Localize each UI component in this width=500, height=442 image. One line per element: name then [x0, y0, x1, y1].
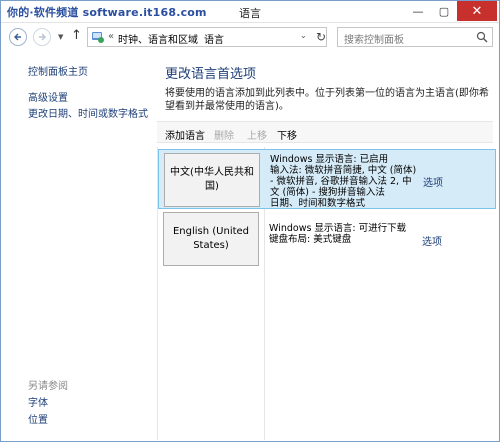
language-tile[interactable]: English (United States) — [163, 212, 259, 266]
language-details: Windows 显示语言: 已启用 输入法: 微软拼音简捷, 中文 (简体) -… — [270, 154, 420, 209]
language-row[interactable]: English (United States) Windows 显示语言: 可进… — [158, 209, 496, 269]
close-button[interactable]: ✕ — [457, 1, 497, 21]
sidebar-link-change-date-time-format[interactable]: 更改日期、时间或数字格式 — [28, 105, 148, 120]
sidebar-link-advanced-settings[interactable]: 高级设置 — [28, 89, 68, 104]
sidebar-link-location[interactable]: 位置 — [28, 411, 48, 426]
breadcrumb-clock-language-region[interactable]: 时钟、语言和区域 — [118, 31, 198, 46]
breadcrumb-language[interactable]: 语言 — [204, 31, 224, 46]
navigation-bar: ▼ ↑ « 时钟、语言和区域 › 语言 ⌄ ↻ 搜索控制面板 — [1, 24, 499, 50]
up-arrow-icon[interactable]: ↑ — [71, 28, 82, 43]
move-up-button[interactable]: 上移 — [247, 127, 267, 142]
search-icon[interactable] — [476, 31, 488, 43]
input-method-list: 输入法: 微软拼音简捷, 中文 (简体) - 微软拼音, 谷歌拼音输入法 2, … — [270, 165, 417, 198]
minimize-button[interactable]: — — [405, 1, 431, 21]
address-overflow-icon[interactable]: « — [108, 31, 114, 42]
search-input[interactable]: 搜索控制面板 — [337, 27, 493, 47]
language-options-link[interactable]: 选项 — [422, 233, 442, 248]
sidebar-link-control-panel-home[interactable]: 控制面板主页 — [28, 63, 88, 78]
see-also-heading: 另请参阅 — [28, 381, 68, 392]
back-button[interactable] — [9, 28, 27, 46]
language-options-link[interactable]: 选项 — [423, 174, 443, 189]
search-placeholder: 搜索控制面板 — [344, 35, 404, 46]
remove-language-button[interactable]: 删除 — [214, 127, 234, 142]
page-description: 将要使用的语言添加到此列表中。位于列表第一位的语言为主语言(即你希望看到并最常使… — [165, 88, 489, 112]
forward-button[interactable] — [33, 28, 51, 46]
window-controls: — ▢ ✕ — [405, 1, 497, 21]
move-down-button[interactable]: 下移 — [277, 127, 297, 142]
control-panel-icon — [92, 32, 104, 43]
maximize-button[interactable]: ▢ — [431, 1, 457, 21]
language-toolbar: 添加语言 删除 上移 下移 — [157, 121, 493, 143]
title-bar: 你的·软件频道 software.it168.com 语言 — ▢ ✕ — [1, 1, 499, 23]
refresh-icon[interactable]: ↻ — [316, 30, 326, 44]
display-language-status: Windows 显示语言: 已启用 — [270, 154, 389, 165]
keyboard-layout-info: 键盘布局: 美式键盘 — [269, 234, 352, 245]
add-language-button[interactable]: 添加语言 — [165, 127, 205, 142]
language-details: Windows 显示语言: 可进行下载 键盘布局: 美式键盘 — [269, 223, 419, 245]
format-info: 日期、时间和数字格式 — [270, 198, 366, 209]
language-list: 中文(中华人民共和国) Windows 显示语言: 已启用 输入法: 微软拼音简… — [157, 147, 496, 440]
language-tile[interactable]: 中文(中华人民共和国) — [164, 153, 260, 207]
page-title: 更改语言首选项 — [165, 67, 257, 82]
address-bar[interactable]: « 时钟、语言和区域 › 语言 ⌄ ↻ — [87, 27, 327, 47]
language-row[interactable]: 中文(中华人民共和国) Windows 显示语言: 已启用 输入法: 微软拼音简… — [158, 149, 496, 209]
language-window: 你的·软件频道 software.it168.com 语言 — ▢ ✕ ▼ ↑ … — [0, 0, 500, 442]
display-language-status: Windows 显示语言: 可进行下载 — [269, 223, 407, 234]
forward-arrow-icon — [39, 33, 46, 41]
breadcrumb-chevron-icon[interactable]: › — [194, 32, 197, 41]
sidebar-link-fonts[interactable]: 字体 — [28, 394, 48, 409]
back-arrow-icon — [14, 33, 21, 41]
recent-pages-chevron-icon[interactable]: ▼ — [58, 33, 63, 41]
address-dropdown-icon[interactable]: ⌄ — [300, 31, 307, 40]
